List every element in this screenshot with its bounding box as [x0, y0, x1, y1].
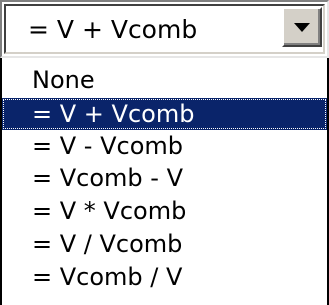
list-item[interactable]: None — [2, 64, 327, 96]
operation-combobox-window: = V + Vcomb None = V + Vcomb = V - Vcomb… — [0, 0, 329, 305]
chevron-down-icon — [294, 23, 310, 32]
list-item-selected[interactable]: = V + Vcomb — [2, 98, 327, 130]
combobox-field[interactable]: = V + Vcomb — [4, 4, 325, 54]
combobox-selected-value: = V + Vcomb — [28, 15, 198, 44]
list-item[interactable]: = V * Vcomb — [2, 195, 327, 227]
list-item[interactable]: = Vcomb - V — [2, 162, 327, 194]
operation-combobox[interactable]: = V + Vcomb — [0, 0, 329, 58]
dropdown-list[interactable]: None = V + Vcomb = V - Vcomb = Vcomb - V… — [0, 58, 329, 305]
list-item[interactable]: = V / Vcomb — [2, 228, 327, 260]
list-item[interactable]: = V - Vcomb — [2, 130, 327, 162]
dropdown-toggle-button[interactable] — [282, 7, 322, 47]
list-item[interactable]: = Vcomb / V — [2, 261, 327, 293]
